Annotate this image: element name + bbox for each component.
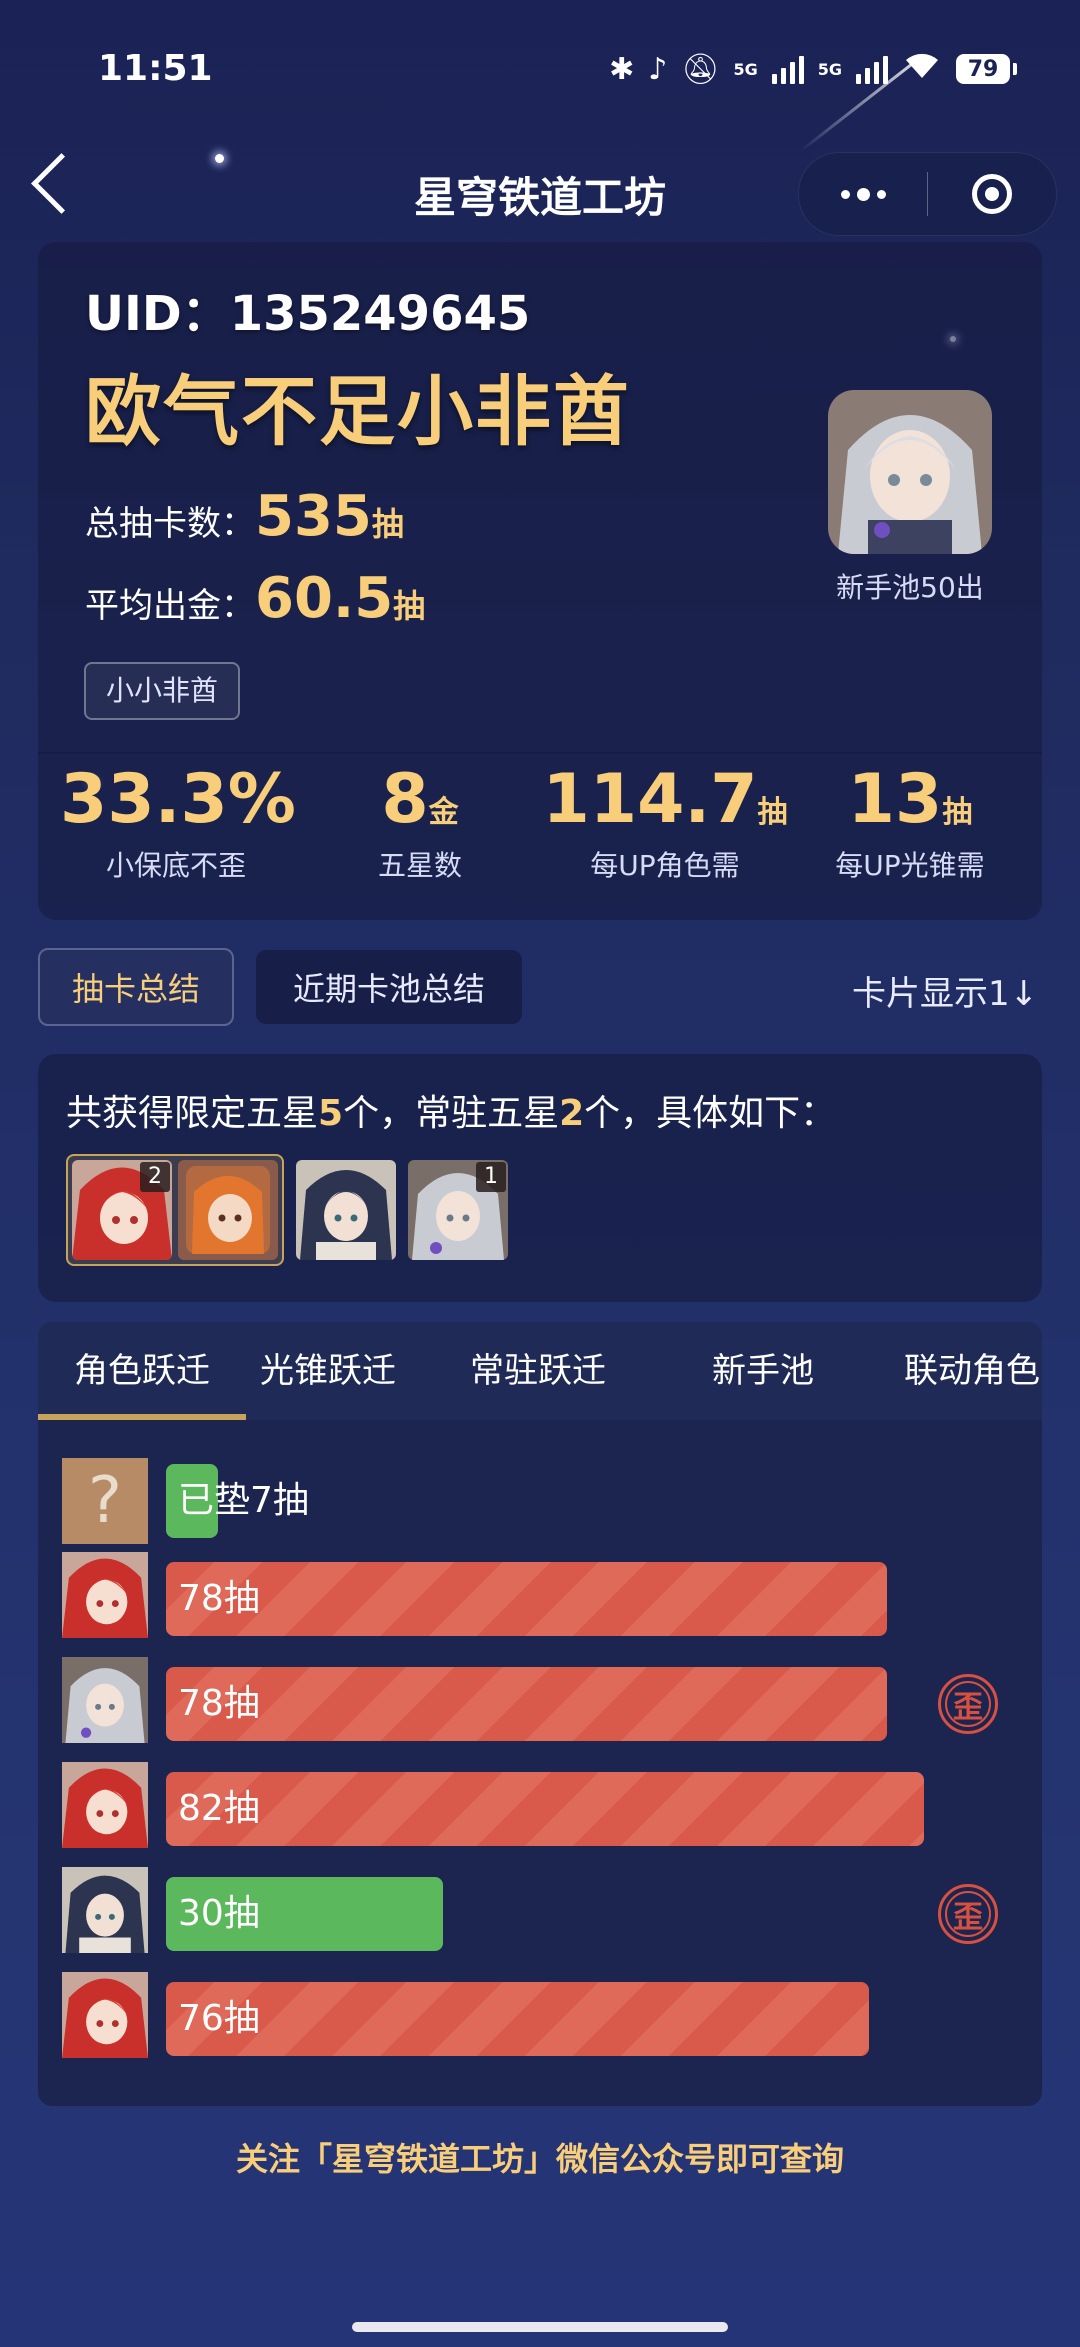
character-avatar-red	[62, 1552, 148, 1638]
dark-hair-character-icon	[296, 1160, 396, 1260]
summary-text: 共获得限定五星5个，常驻五星2个，具体如下：	[66, 1084, 836, 1136]
summary-prefix: 共获得限定五星	[66, 1093, 319, 1134]
character-thumbs: 2 1	[66, 1154, 520, 1266]
home-indicator[interactable]	[352, 2322, 728, 2332]
avatar	[828, 390, 992, 554]
pull-count-bar: 78抽	[166, 1562, 887, 1636]
uid-label: UID：	[85, 286, 230, 342]
pull-count-bar: 82抽	[166, 1772, 924, 1846]
signal-icon	[771, 54, 804, 84]
character-thumb[interactable]: 1	[408, 1160, 508, 1260]
earbuds-icon: ♪	[648, 51, 668, 87]
stat-per-up-lightcone: 13抽 每UP光锥需	[800, 760, 1020, 884]
footer-note: 关注「星穹铁道工坊」微信公众号即可查询	[235, 2140, 844, 2178]
wifi-icon	[902, 50, 942, 88]
stat-soft-pity: 33.3% 小保底不歪	[60, 760, 296, 884]
more-button[interactable]	[799, 153, 927, 235]
character-avatar-red	[62, 1972, 148, 2058]
stat-value: 13	[847, 760, 943, 839]
stat-unit: 金	[428, 795, 459, 830]
character-avatar-red	[62, 1762, 148, 1848]
background-star	[215, 154, 224, 163]
summary-suffix: 个，具体如下：	[584, 1093, 837, 1134]
pool-tab-lightcone[interactable]: 光锥跃迁	[260, 1322, 396, 1420]
pull-count-bar: 78抽	[166, 1667, 887, 1741]
avg-gold-line: 平均出金：60.5抽	[85, 566, 425, 631]
total-pulls-unit: 抽	[371, 505, 404, 543]
stat-value: 8	[381, 760, 429, 839]
pending-pity-text: 已垫7抽	[178, 1480, 309, 1521]
stat-label: 小保底不歪	[105, 849, 246, 882]
avg-gold-label: 平均出金：	[85, 586, 255, 626]
character-avatar-dark	[62, 1867, 148, 1953]
total-pulls-value: 535	[255, 484, 372, 549]
nickname: 欧气不足小非酋	[85, 367, 631, 456]
avatar-caption: 新手池50出	[836, 571, 984, 604]
pool-tab-standard[interactable]: 常驻跃迁	[470, 1322, 606, 1420]
character-thumb[interactable]	[296, 1160, 396, 1260]
lost-5050-stamp-icon: 歪	[938, 1674, 998, 1734]
tab-summary[interactable]: 抽卡总结	[38, 948, 234, 1026]
status-time: 11:51	[98, 48, 213, 89]
character-thumb[interactable]: 2	[72, 1160, 172, 1260]
stat-value: 33.3%	[60, 760, 296, 839]
network-label: 5G	[817, 59, 842, 79]
status-icons: ✱ ♪ 🔕︎ 5G 5G 79	[609, 50, 1017, 88]
bluetooth-icon: ✱	[609, 51, 635, 87]
stat-label: 五星数	[377, 849, 462, 882]
summary-mid: 个，常驻五星	[343, 1093, 560, 1134]
unknown-character-icon: ?	[62, 1458, 148, 1544]
pool-tab-collab[interactable]: 联动角色	[904, 1322, 1040, 1420]
limited-count: 5	[318, 1093, 344, 1134]
stat-five-star-count: 8金 五星数	[310, 760, 530, 884]
stat-unit: 抽	[757, 795, 788, 830]
stat-value: 114.7	[542, 760, 758, 839]
signal-icon	[856, 54, 888, 84]
lost-5050-stamp-icon: 歪	[938, 1884, 998, 1944]
total-pulls-line: 总抽卡数：535抽	[85, 484, 404, 549]
orange-hair-character-icon	[178, 1160, 278, 1260]
stat-unit: 抽	[942, 795, 973, 830]
total-pulls-label: 总抽卡数：	[85, 504, 255, 544]
avg-gold-value: 60.5	[255, 566, 394, 631]
tab-recent-pools[interactable]: 近期卡池总结	[256, 950, 522, 1024]
pool-tabs: 角色跃迁 光锥跃迁 常驻跃迁 新手池 联动角色	[38, 1322, 1042, 1420]
avg-gold-unit: 抽	[393, 587, 426, 625]
mute-bell-icon: 🔕︎	[681, 51, 720, 87]
card-display-toggle[interactable]: 卡片显示1↓	[852, 966, 1038, 1015]
network-label: 5G	[733, 59, 758, 79]
title-badge: 小小非酋	[84, 662, 241, 720]
silver-hair-character-avatar	[828, 390, 992, 554]
stat-label: 每UP角色需	[590, 849, 740, 882]
stat-per-up-character: 114.7抽 每UP角色需	[540, 760, 790, 884]
close-miniprogram-button[interactable]	[928, 153, 1056, 235]
thumb-group-selected[interactable]: 2	[66, 1154, 284, 1266]
character-avatar-silver	[62, 1657, 148, 1743]
standard-count: 2	[559, 1093, 585, 1134]
pull-count-bar: 30抽	[166, 1877, 443, 1951]
target-icon	[972, 174, 1012, 214]
thumb-count-badge: 2	[140, 1162, 170, 1192]
stat-label: 每UP光锥需	[835, 849, 985, 882]
pool-tab-beginner[interactable]: 新手池	[712, 1322, 814, 1420]
uid-line: UID：135249645	[85, 274, 530, 344]
uid-value: 135249645	[229, 286, 531, 342]
pool-tab-character[interactable]: 角色跃迁	[38, 1322, 246, 1420]
pull-count-bar: 76抽	[166, 1982, 869, 2056]
mini-program-capsule	[798, 152, 1057, 236]
thumb-count-badge: 1	[476, 1162, 506, 1192]
battery-icon: 79	[956, 54, 1017, 84]
more-dots-icon	[840, 187, 886, 201]
character-thumb[interactable]	[178, 1160, 278, 1260]
